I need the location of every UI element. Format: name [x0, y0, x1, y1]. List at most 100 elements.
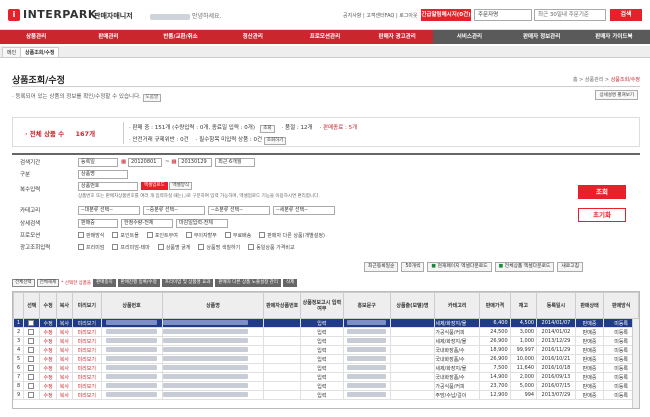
table-cell-edit[interactable]: 수정 [39, 390, 57, 400]
excel-upload-button[interactable]: 엑셀업로드 [141, 182, 168, 190]
table-cell-copy[interactable]: 복사 [55, 363, 74, 373]
table-cell-copy[interactable]: 복사 [55, 318, 74, 328]
nav-item[interactable]: 반품/교환/취소 [144, 30, 216, 44]
other-product-button[interactable]: 판매자 다른 상품 노출설정 관리 [215, 278, 281, 287]
table-cell-chk[interactable] [23, 363, 41, 373]
table-cell-edit[interactable]: 수정 [39, 372, 57, 382]
urgent-alert-button[interactable]: 긴급알림메시지(0건) [421, 9, 471, 21]
calendar-icon[interactable]: ▦ [121, 159, 126, 165]
table-cell-edit[interactable]: 수정 [39, 327, 57, 337]
row-checkbox[interactable] [27, 364, 34, 371]
checkbox[interactable] [259, 232, 266, 238]
table-cell-chk[interactable] [23, 345, 41, 355]
nav-item[interactable]: 판매자 정보관리 [505, 30, 578, 44]
stop-sale-button[interactable]: 판매중지 [93, 278, 116, 287]
reset-button[interactable]: 초기화 [578, 208, 626, 222]
nav-item[interactable]: 서비스관리 [433, 30, 506, 44]
col-header[interactable]: 재고 [509, 292, 538, 319]
table-cell-copy[interactable]: 복사 [55, 390, 74, 400]
table-row[interactable]: 2 수정 복사 미리보기 입력 가공식품/커피 24,500 3,000 2014/01/02 판… [13, 327, 639, 337]
table-cell-pv[interactable]: 미리보기 [72, 372, 102, 382]
row-checkbox[interactable] [27, 373, 34, 380]
table-cell-edit[interactable]: 수정 [39, 345, 57, 355]
table-cell-pv[interactable]: 미리보기 [72, 327, 102, 337]
ad-option[interactable]: 프리미엄 [78, 244, 104, 251]
sale-edit-button[interactable]: 판매진행 등록/수정 [117, 278, 160, 287]
table-row[interactable]: 3 수정 복사 미리보기 입력 세제/화장지/물 26,900 1,000 2013/12/29… [13, 336, 639, 346]
row-checkbox[interactable] [27, 382, 34, 389]
excel-all-download-button[interactable]: ■ 전체상품 엑셀다운로드 [494, 262, 555, 272]
col-header[interactable]: 상품번호 [100, 292, 163, 319]
nav-item[interactable]: 정산관리 [217, 30, 289, 44]
table-cell-pv[interactable]: 미리보기 [72, 354, 102, 364]
ad-option[interactable]: 프리미엄-테마 [112, 244, 150, 251]
deadline-select[interactable]: 마감일입력-전체 [176, 218, 228, 228]
checkbox[interactable] [157, 244, 164, 250]
promo-option[interactable]: 무료배송 [224, 232, 251, 239]
checkbox[interactable] [146, 232, 153, 238]
row-checkbox[interactable] [27, 319, 34, 326]
table-cell-edit[interactable]: 수정 [39, 318, 57, 328]
top-links[interactable]: 공지사항 | 고객센터FAQ | 로그아웃 [343, 12, 418, 19]
col-header[interactable]: 선택 [23, 292, 41, 319]
row-checkbox[interactable] [27, 346, 34, 353]
select-all-button[interactable]: 전체선택 [12, 278, 35, 287]
checkbox[interactable] [78, 244, 84, 250]
table-cell-pv[interactable]: 미리보기 [72, 318, 102, 328]
promo-option[interactable]: 무이자할부 [185, 232, 217, 239]
checkbox[interactable] [198, 244, 205, 250]
search-type-field[interactable]: 상품명 [78, 169, 128, 179]
refresh-button[interactable]: 새로고침 [557, 262, 583, 272]
col-header[interactable]: 상품명 [161, 292, 265, 319]
checkbox[interactable] [112, 244, 119, 250]
table-row[interactable]: 4 수정 복사 미리보기 입력 국내화장품/수 18,900 99,997 2016/11/29… [13, 345, 639, 355]
calendar-icon[interactable]: ▦ [171, 159, 176, 165]
sort-select[interactable]: 최근등록일순 [364, 262, 399, 272]
order-search-input[interactable]: 최근 30일내 주문기준 [534, 9, 606, 21]
table-cell-copy[interactable]: 복사 [55, 336, 74, 346]
table-cell-copy[interactable]: 복사 [55, 381, 74, 391]
col-header[interactable]: 판매가격 [479, 292, 511, 319]
ad-option[interactable]: 상품명 색칠하기 [198, 244, 240, 251]
table-row[interactable]: 5 수정 복사 미리보기 입력 국내화장품/수 26,900 10,000 2016/10/21… [13, 354, 639, 364]
table-cell-pv[interactable]: 미리보기 [72, 336, 102, 346]
date-from-input[interactable]: 20120801 [127, 157, 162, 167]
table-cell-edit[interactable]: 수정 [39, 363, 57, 373]
per-page-select[interactable]: 50개씩 [401, 262, 425, 272]
table-row[interactable]: 7 수정 복사 미리보기 입력 국내화장품/수 14,900 2,000 2016/09/13 판… [13, 372, 639, 382]
col-header[interactable]: 등록일시 [536, 292, 576, 319]
table-row[interactable]: 1 수정 복사 미리보기 입력 세제/화장지/물 6,400 4,500 2014/01/07 판… [13, 318, 639, 328]
premium-effect-button[interactable]: 프리미엄 및 상품명 효과 [161, 278, 214, 287]
table-cell-chk[interactable] [23, 336, 41, 346]
table-cell-edit[interactable]: 수정 [39, 381, 57, 391]
help-button[interactable]: 도움말 [142, 94, 162, 102]
search-button[interactable]: 조회 [578, 185, 626, 199]
table-cell-chk[interactable] [23, 318, 41, 328]
col-header[interactable]: 판매자상품번호 [263, 292, 301, 319]
deselect-all-button[interactable]: 전체해제 [36, 278, 60, 287]
table-cell-chk[interactable] [23, 372, 41, 382]
expand-guide-button[interactable]: 상세설명 펼쳐보기 [595, 90, 638, 100]
interpark-logo[interactable]: i INTERPARK [8, 8, 97, 21]
table-scrollbar[interactable] [632, 319, 639, 408]
table-cell-pv[interactable]: 미리보기 [72, 390, 102, 400]
missing-items-button[interactable]: 조회하기 [263, 137, 287, 145]
breadcrumb-mid[interactable]: 상품관리 [585, 77, 603, 83]
table-cell-edit[interactable]: 수정 [39, 354, 57, 364]
table-cell-copy[interactable]: 복사 [55, 345, 74, 355]
table-cell-chk[interactable] [23, 354, 41, 364]
header-search-button[interactable]: 검색 [610, 9, 642, 21]
row-checkbox[interactable] [27, 328, 34, 335]
order-field-select[interactable]: 주문자명 [474, 9, 532, 21]
row-checkbox[interactable] [27, 391, 34, 398]
checkbox[interactable] [224, 232, 231, 238]
table-cell-pv[interactable]: 미리보기 [72, 381, 102, 391]
delete-button[interactable]: 삭제 [282, 278, 298, 287]
nav-item[interactable]: 판매관리 [72, 30, 144, 44]
tab-current[interactable]: 상품조회/수정 [20, 47, 60, 58]
table-cell-chk[interactable] [23, 327, 41, 337]
promo-option[interactable]: 포인트몰 [112, 232, 139, 239]
category-2-select[interactable]: --중분류 선택-- [143, 205, 205, 215]
date-to-input[interactable]: 20130129 [178, 157, 213, 167]
nav-item[interactable]: 판매자 광고관리 [361, 30, 433, 44]
